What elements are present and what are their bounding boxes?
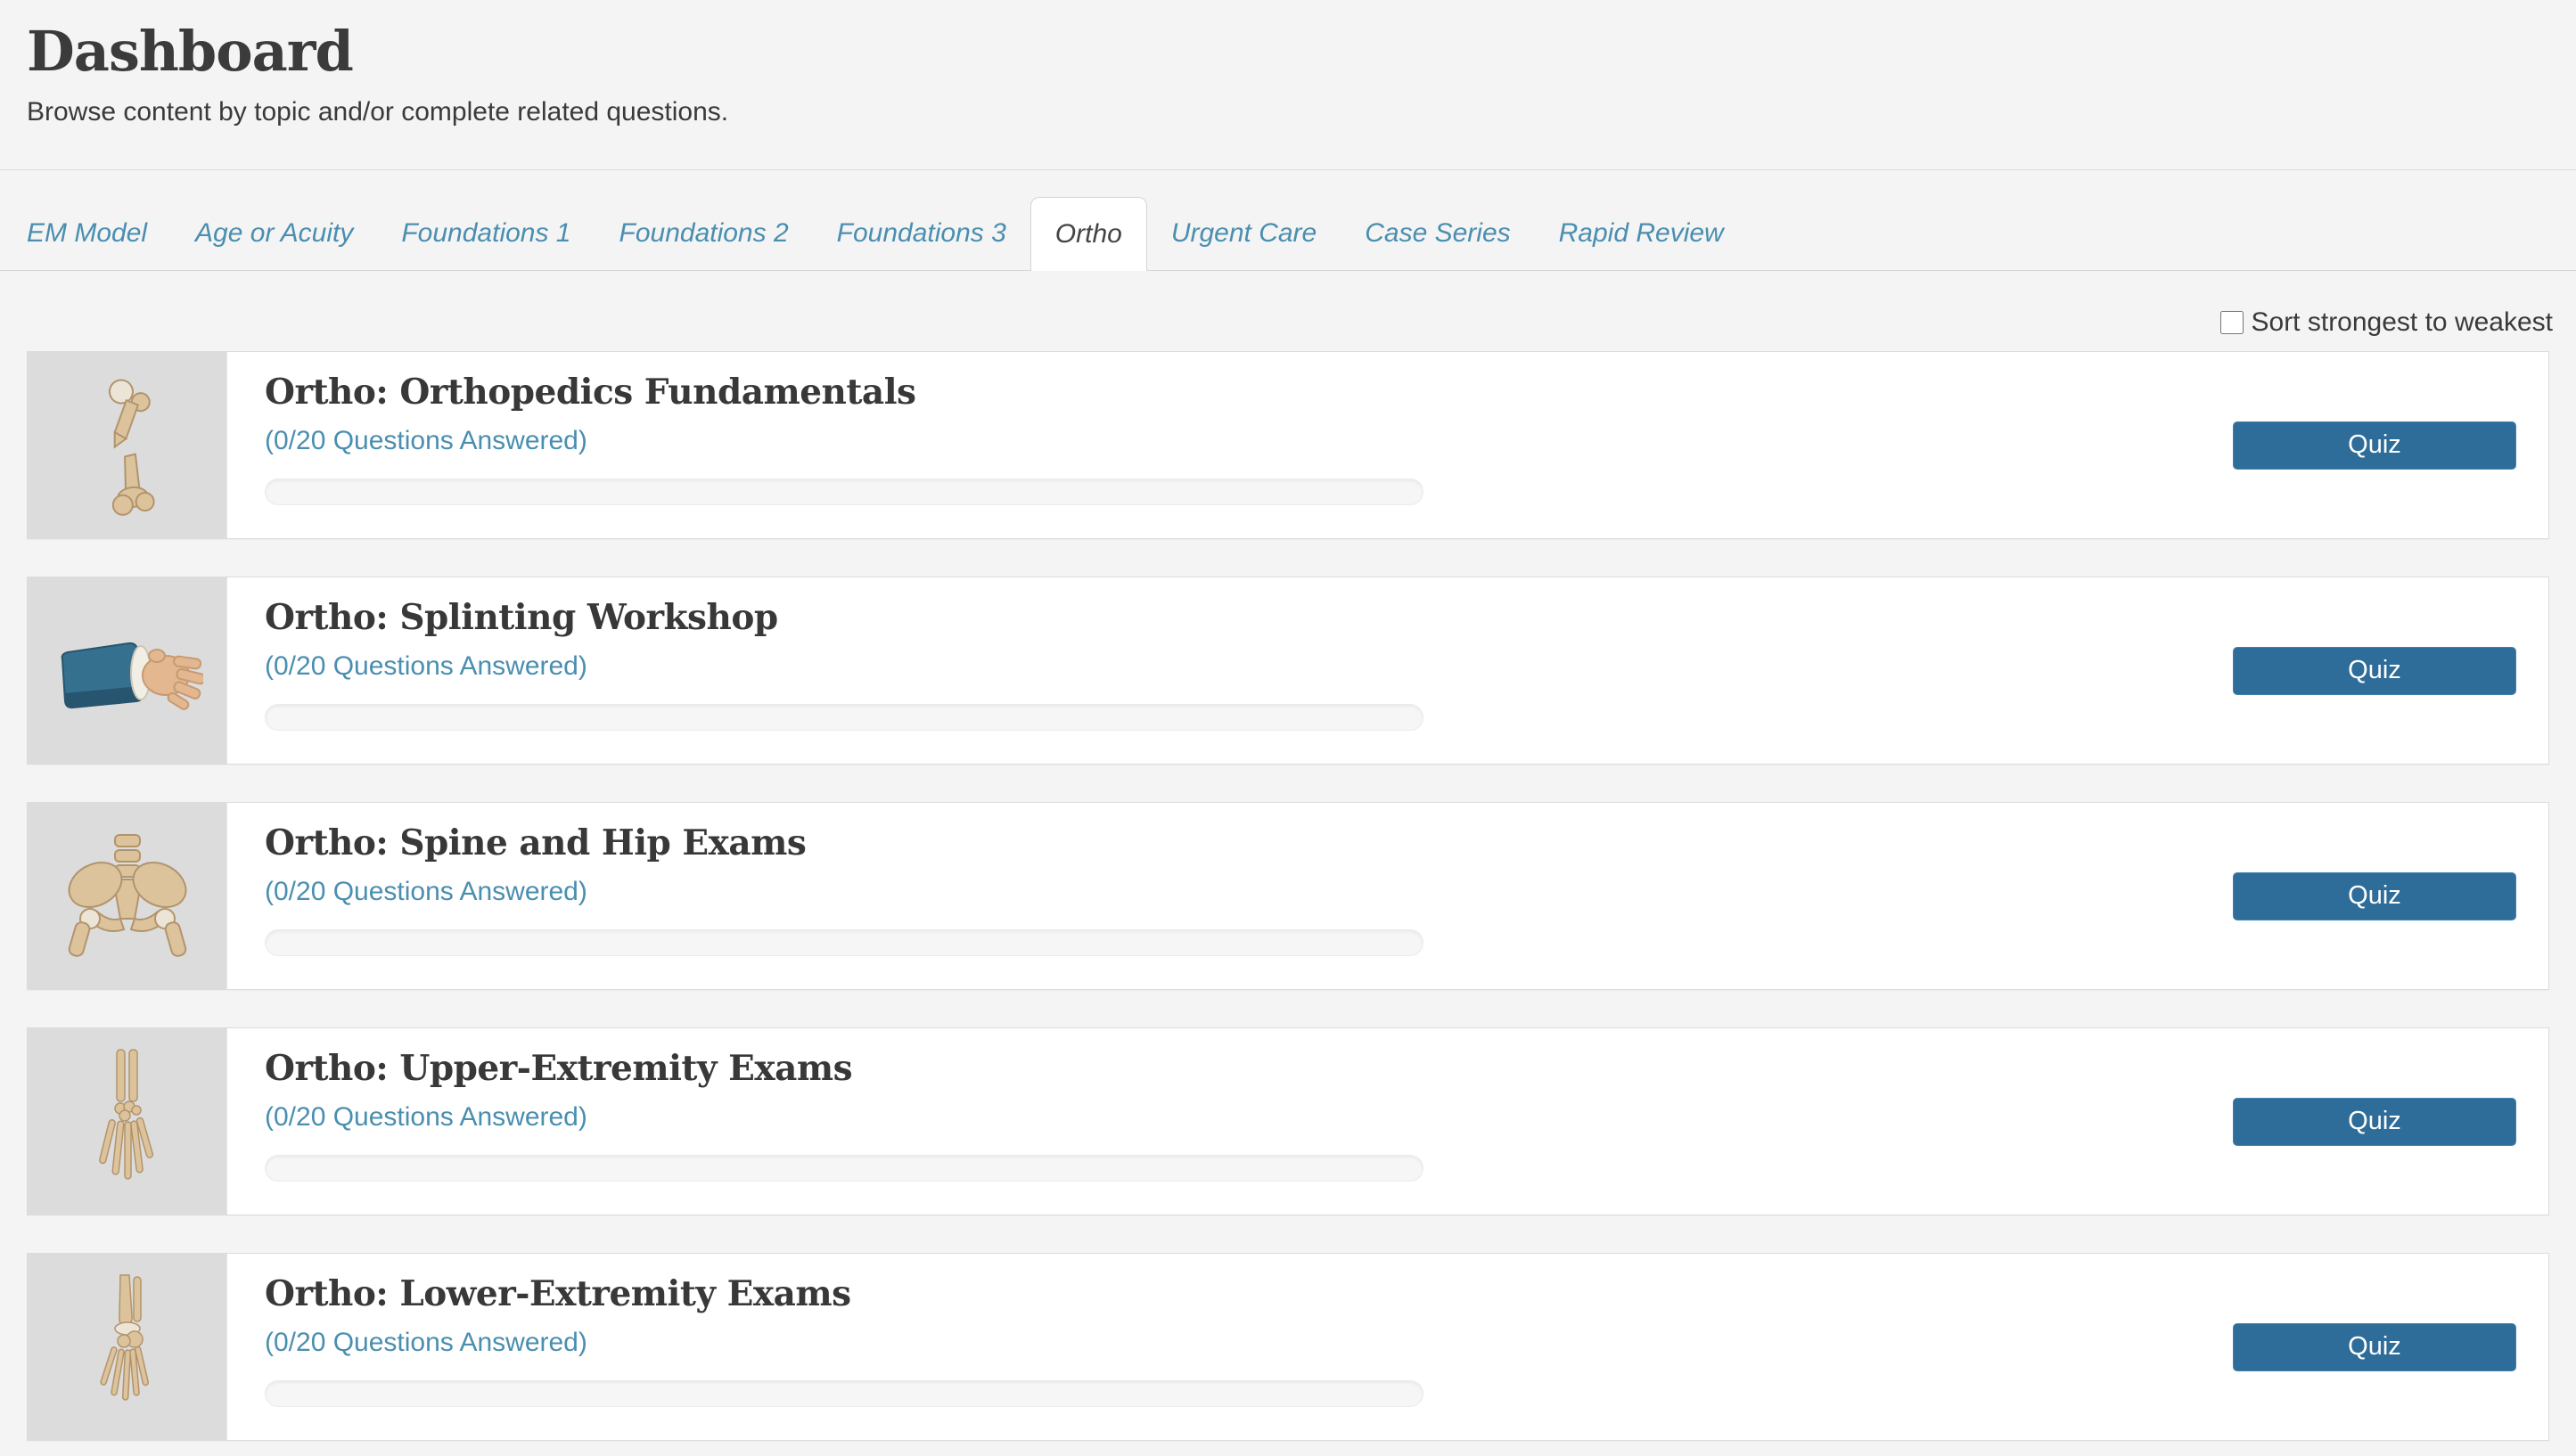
sort-label: Sort strongest to weakest — [2251, 307, 2554, 337]
course-thumbnail — [28, 1254, 227, 1440]
page-title: Dashboard — [27, 19, 354, 84]
quiz-button[interactable]: Quiz — [2233, 1097, 2516, 1146]
tab-em-model[interactable]: EM Model — [27, 197, 171, 270]
course-thumbnail — [28, 352, 227, 538]
course-list: Ortho: Orthopedics Fundamentals (0/20 Qu… — [27, 351, 2549, 1441]
progress-bar — [265, 1380, 1423, 1407]
progress-bar — [265, 479, 1423, 505]
quiz-button[interactable]: Quiz — [2233, 646, 2516, 695]
tab-foundations-3[interactable]: Foundations 3 — [813, 197, 1030, 270]
course-thumbnail — [28, 1028, 227, 1215]
course-title: Ortho: Splinting Workshop — [265, 597, 778, 638]
tab-case-series[interactable]: Case Series — [1341, 197, 1534, 270]
progress-bar — [265, 1155, 1423, 1182]
course-card-lower-extremity-exams: Ortho: Lower-Extremity Exams (0/20 Quest… — [27, 1253, 2549, 1441]
hand-skeleton-icon — [98, 1049, 153, 1180]
progress-bar — [265, 704, 1423, 731]
quiz-button[interactable]: Quiz — [2233, 1322, 2516, 1371]
course-body: Ortho: Orthopedics Fundamentals (0/20 Qu… — [227, 352, 2548, 538]
course-body: Ortho: Upper-Extremity Exams (0/20 Quest… — [227, 1028, 2548, 1215]
course-card-upper-extremity-exams: Ortho: Upper-Extremity Exams (0/20 Quest… — [27, 1027, 2549, 1215]
quiz-button[interactable]: Quiz — [2233, 871, 2516, 920]
progress-bar — [265, 929, 1423, 956]
sort-checkbox[interactable] — [2219, 311, 2244, 334]
page-header: Dashboard Browse content by topic and/or… — [0, 0, 2576, 170]
course-card-spine-and-hip-exams: Ortho: Spine and Hip Exams (0/20 Questio… — [27, 802, 2549, 990]
course-thumbnail — [28, 577, 227, 764]
sort-row: Sort strongest to weakest — [0, 307, 2576, 339]
splinted-hand-icon — [61, 642, 203, 710]
tab-age-or-acuity[interactable]: Age or Acuity — [171, 197, 377, 270]
course-progress-link[interactable]: (0/20 Questions Answered) — [265, 651, 587, 682]
course-card-splinting-workshop: Ortho: Splinting Workshop (0/20 Question… — [27, 577, 2549, 765]
course-title: Ortho: Spine and Hip Exams — [265, 822, 807, 863]
course-progress-link[interactable]: (0/20 Questions Answered) — [265, 1102, 587, 1133]
pelvis-icon — [68, 833, 186, 957]
foot-skeleton-icon — [99, 1274, 149, 1401]
tab-foundations-2[interactable]: Foundations 2 — [595, 197, 813, 270]
course-title: Ortho: Upper-Extremity Exams — [265, 1048, 853, 1089]
tab-foundations-1[interactable]: Foundations 1 — [377, 197, 595, 270]
tab-urgent-care[interactable]: Urgent Care — [1147, 197, 1341, 270]
page-subtitle: Browse content by topic and/or complete … — [27, 97, 729, 127]
course-thumbnail — [28, 803, 227, 989]
course-progress-link[interactable]: (0/20 Questions Answered) — [265, 426, 587, 456]
course-progress-link[interactable]: (0/20 Questions Answered) — [265, 877, 587, 907]
fractured-femur-icon — [108, 379, 155, 516]
topic-tab-bar: EM Model Age or Acuity Foundations 1 Fou… — [0, 170, 2576, 271]
course-title: Ortho: Lower-Extremity Exams — [265, 1273, 851, 1314]
quiz-button[interactable]: Quiz — [2233, 421, 2516, 470]
course-body: Ortho: Spine and Hip Exams (0/20 Questio… — [227, 803, 2548, 989]
tab-ortho[interactable]: Ortho — [1030, 197, 1147, 271]
course-title: Ortho: Orthopedics Fundamentals — [265, 372, 916, 413]
tab-rapid-review[interactable]: Rapid Review — [1535, 197, 1748, 270]
course-card-orthopedics-fundamentals: Ortho: Orthopedics Fundamentals (0/20 Qu… — [27, 351, 2549, 539]
course-body: Ortho: Lower-Extremity Exams (0/20 Quest… — [227, 1254, 2548, 1440]
course-progress-link[interactable]: (0/20 Questions Answered) — [265, 1328, 587, 1358]
course-body: Ortho: Splinting Workshop (0/20 Question… — [227, 577, 2548, 764]
